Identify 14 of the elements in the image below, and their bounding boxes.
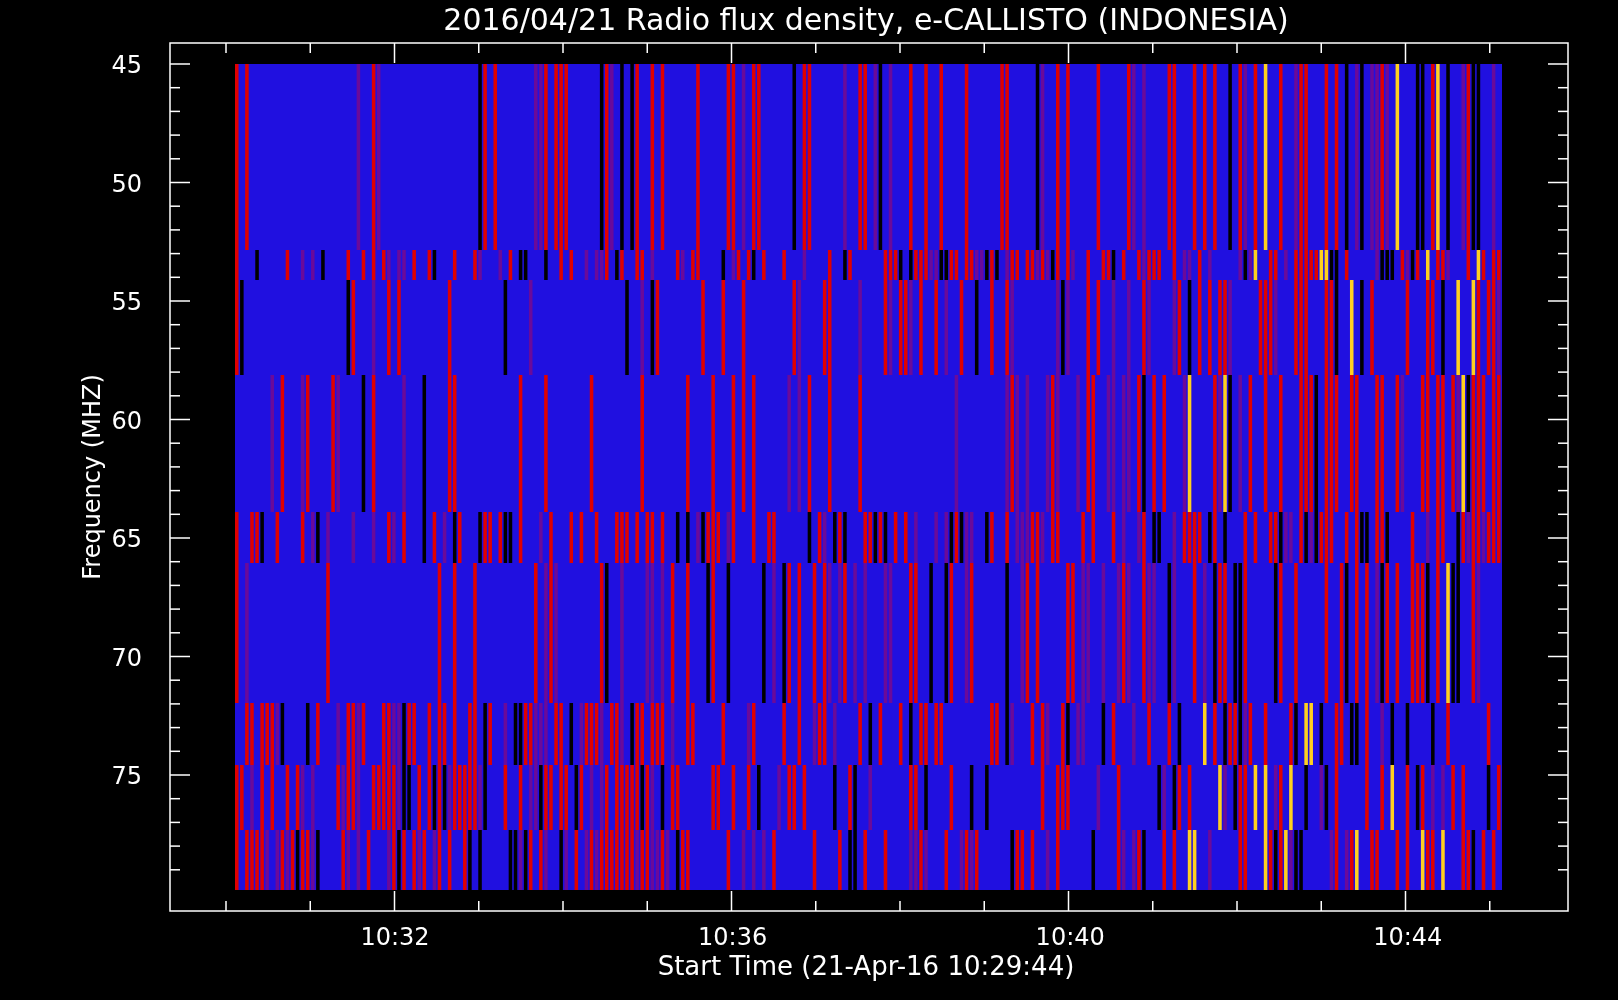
x-tick-label: 10:32: [360, 923, 430, 951]
y-axis-label: Frequency (MHZ): [78, 374, 106, 580]
y-tick-label: 55: [111, 288, 142, 316]
plot-title: 2016/04/21 Radio flux density, e-CALLISTO (INDONESIA): [443, 2, 1289, 37]
y-tick-label: 75: [111, 762, 142, 790]
y-tick-label: 70: [111, 643, 142, 672]
x-tick-label: 10:36: [698, 923, 768, 951]
x-axis-label: Start Time (21-Apr-16 10:29:44): [657, 951, 1075, 981]
x-tick-label: 10:40: [1035, 923, 1105, 951]
y-tick-label: 60: [111, 406, 142, 435]
y-tick-label: 50: [111, 169, 142, 198]
x-tick-label: 10:44: [1373, 923, 1443, 951]
y-tick-label: 45: [111, 51, 142, 79]
y-tick-label: 65: [111, 525, 142, 553]
